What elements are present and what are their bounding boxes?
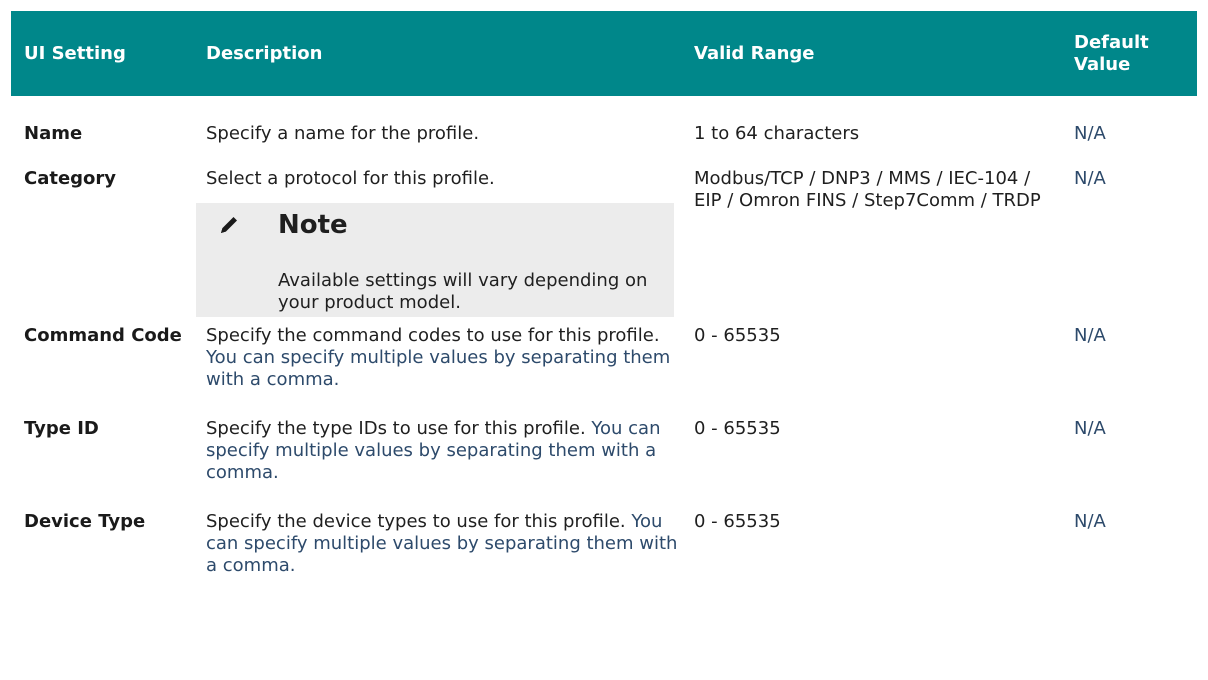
description-text: Specify the type IDs to use for this pro…: [206, 418, 586, 439]
range-cell: 0 - 65535: [694, 325, 781, 346]
setting-name-cell: Name: [24, 123, 83, 144]
default-cell: N/A: [1074, 511, 1106, 532]
table-row: Category Select a protocol for this prof…: [11, 168, 1197, 317]
table-row: Command Code Specify the command codes t…: [11, 317, 1197, 391]
description-text: Specify the command codes to use for thi…: [206, 325, 660, 346]
setting-name-cell: Category: [24, 168, 117, 189]
range-cell: Modbus/TCP / DNP3 / MMS / IEC-104 / EIP …: [694, 168, 1041, 211]
note-title: Note: [278, 210, 348, 240]
table-row: Name Specify a name for the profile. 1 t…: [11, 96, 1197, 168]
default-cell: N/A: [1074, 418, 1106, 439]
table-row: Type ID Specify the type IDs to use for …: [11, 391, 1197, 484]
description-text: Select a protocol for this profile.: [206, 168, 495, 189]
header-default-value: Default Value: [1074, 31, 1149, 75]
range-cell: 0 - 65535: [694, 511, 781, 532]
setting-name-cell: Command Code: [24, 325, 182, 346]
setting-name-cell: Type ID: [24, 418, 99, 439]
description-cell: Specify a name for the profile.: [193, 96, 681, 168]
header-ui-setting: UI Setting: [24, 42, 126, 64]
default-cell: N/A: [1074, 123, 1106, 144]
description-cell: Select a protocol for this profile. Note…: [193, 168, 681, 317]
table-header-row: UI Setting Description Valid Range Defau…: [11, 11, 1197, 96]
table-row: Device Type Specify the device types to …: [11, 484, 1197, 577]
default-cell: N/A: [1074, 168, 1106, 189]
header-valid-range: Valid Range: [694, 42, 815, 64]
note-box: Note Available settings will vary depend…: [196, 203, 674, 317]
range-cell: 0 - 65535: [694, 418, 781, 439]
default-cell: N/A: [1074, 325, 1106, 346]
description-extra-text: You can specify multiple values by separ…: [206, 347, 671, 390]
description-cell: Specify the device types to use for this…: [193, 484, 681, 577]
description-cell: Specify the command codes to use for thi…: [193, 317, 681, 391]
range-cell: 1 to 64 characters: [694, 123, 860, 144]
description-cell: Specify the type IDs to use for this pro…: [193, 391, 681, 484]
note-body: Available settings will vary depending o…: [278, 270, 648, 313]
header-description: Description: [206, 42, 323, 64]
settings-table: UI Setting Description Valid Range Defau…: [11, 11, 1197, 577]
description-text: Specify a name for the profile.: [206, 123, 480, 144]
pencil-icon: [221, 217, 237, 233]
setting-name-cell: Device Type: [24, 511, 146, 532]
description-text: Specify the device types to use for this…: [206, 511, 626, 532]
